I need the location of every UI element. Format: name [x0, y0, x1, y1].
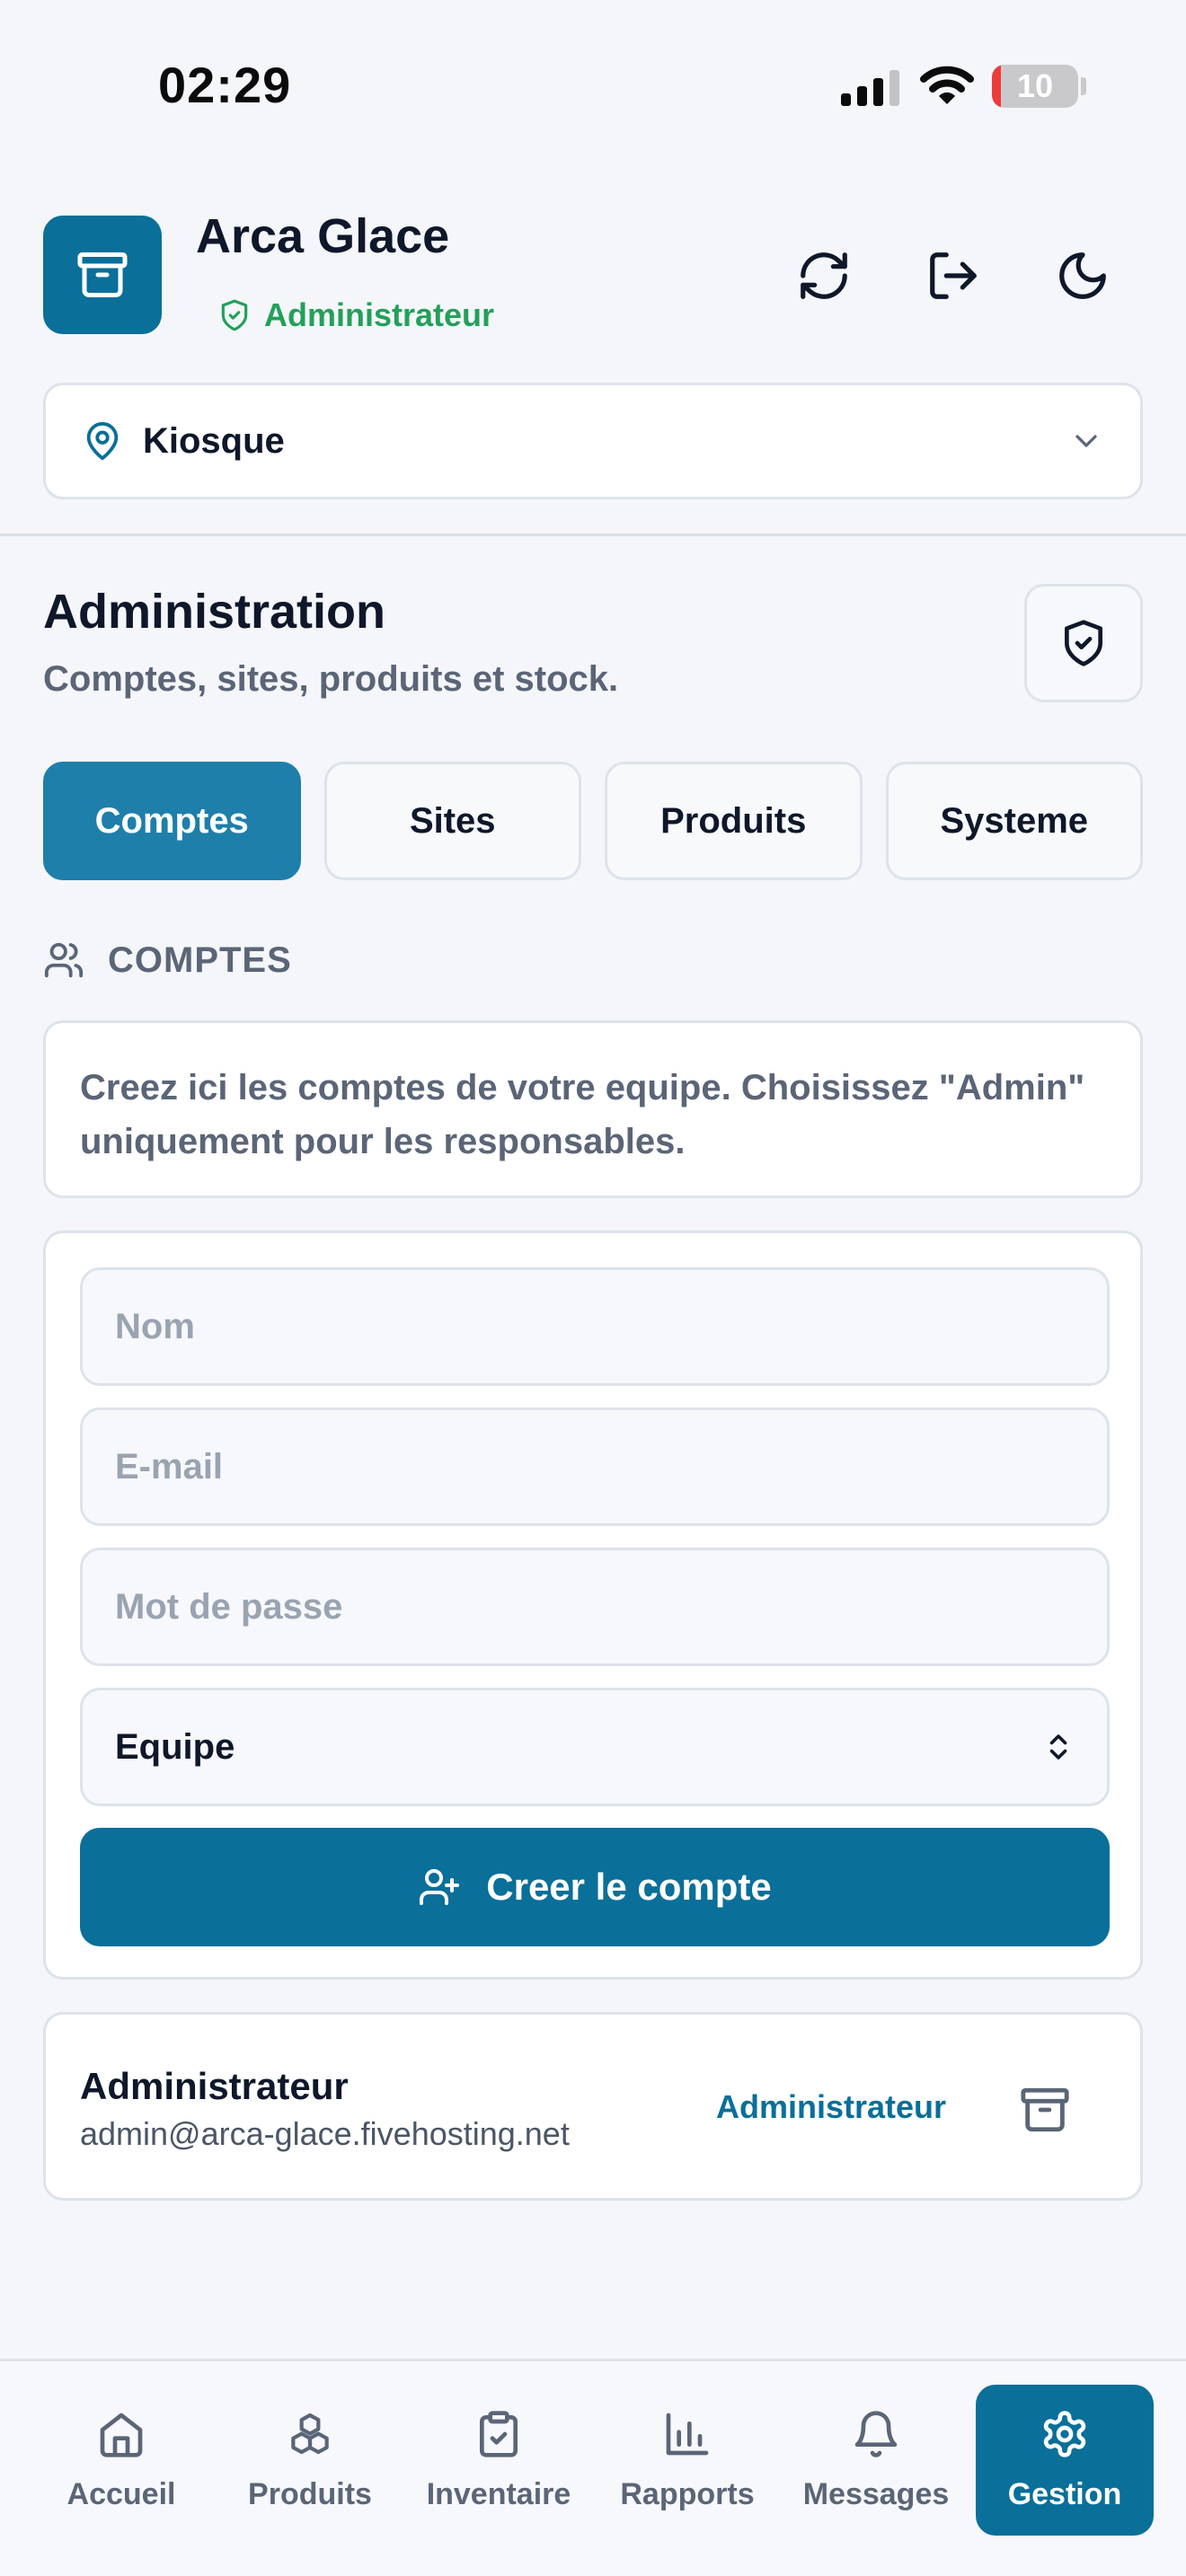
page-title: Administration — [43, 585, 386, 639]
chevron-up-down-icon — [1042, 1731, 1075, 1763]
section-heading: COMPTES — [43, 940, 292, 981]
section-heading-label: COMPTES — [108, 940, 292, 980]
nav-label: Accueil — [66, 2476, 176, 2511]
nav-item-produits[interactable]: Produits — [221, 2385, 399, 2536]
nav-item-messages[interactable]: Messages — [787, 2385, 965, 2536]
boxes-icon — [285, 2409, 335, 2459]
account-name: Administrateur — [80, 2065, 349, 2107]
nav-item-inventaire[interactable]: Inventaire — [410, 2385, 588, 2536]
status-bar: 02:29 10 — [0, 0, 1186, 171]
app-logo — [43, 216, 162, 334]
site-selector-value: Kiosque — [143, 420, 285, 461]
shield-check-icon — [1058, 618, 1109, 668]
security-button[interactable] — [1024, 584, 1143, 702]
bell-icon — [851, 2409, 901, 2459]
nav-label: Rapports — [620, 2476, 755, 2511]
signal-icon — [841, 70, 900, 106]
gear-icon — [1040, 2409, 1090, 2459]
moon-icon — [1055, 248, 1111, 304]
logout-icon — [925, 248, 981, 304]
shield-check-icon — [217, 298, 252, 332]
refresh-button[interactable] — [783, 235, 864, 316]
wifi-icon — [920, 65, 974, 106]
tab-produits[interactable]: Produits — [605, 762, 863, 880]
nav-label: Gestion — [1007, 2476, 1122, 2511]
status-time: 02:29 — [158, 57, 292, 113]
nav-item-rapports[interactable]: Rapports — [598, 2385, 776, 2536]
archive-icon — [75, 248, 129, 302]
chevron-down-icon — [1068, 423, 1104, 459]
bar-chart-icon — [662, 2409, 712, 2459]
admin-tabs: Comptes Sites Produits Systeme — [43, 762, 1143, 880]
user-plus-icon — [418, 1866, 461, 1909]
role-select[interactable]: Equipe — [80, 1688, 1110, 1806]
role-label: Administrateur — [264, 296, 495, 333]
bottom-nav: Accueil Produits Inventaire Rapports Mes… — [0, 2359, 1186, 2576]
info-card: Creez ici les comptes de votre equipe. C… — [43, 1020, 1143, 1198]
password-input[interactable] — [80, 1548, 1110, 1666]
nav-item-gestion[interactable]: Gestion — [976, 2385, 1154, 2536]
list-item: Administrateur admin@arca-glace.fivehost… — [43, 2012, 1143, 2201]
nav-item-accueil[interactable]: Accueil — [32, 2385, 210, 2536]
users-icon — [43, 940, 84, 981]
map-pin-icon — [82, 420, 123, 462]
role-badge: Administrateur — [217, 296, 494, 334]
email-input[interactable] — [80, 1407, 1110, 1526]
role-select-value: Equipe — [115, 1726, 235, 1767]
tab-sites[interactable]: Sites — [323, 762, 581, 880]
archive-icon — [1019, 2084, 1071, 2136]
name-input[interactable] — [80, 1267, 1110, 1386]
account-email: admin@arca-glace.fivehosting.net — [80, 2115, 570, 2152]
nav-label: Messages — [802, 2476, 950, 2511]
battery-label: 10 — [1016, 67, 1054, 104]
nav-label: Produits — [248, 2476, 372, 2511]
account-role[interactable]: Administrateur — [716, 2088, 946, 2126]
header-divider — [0, 534, 1186, 536]
battery-cap — [1081, 77, 1086, 95]
site-selector[interactable]: Kiosque — [43, 383, 1143, 499]
tab-comptes[interactable]: Comptes — [43, 762, 301, 880]
app-title: Arca Glace — [196, 209, 450, 263]
refresh-icon — [796, 248, 852, 304]
archive-account-button[interactable] — [1013, 2078, 1077, 2142]
logout-button[interactable] — [913, 235, 994, 316]
theme-toggle-button[interactable] — [1042, 235, 1123, 316]
create-account-form: Equipe Creer le compte — [43, 1231, 1143, 1980]
tab-systeme[interactable]: Systeme — [885, 762, 1143, 880]
nav-label: Inventaire — [426, 2476, 571, 2511]
page-subtitle: Comptes, sites, produits et stock. — [43, 659, 619, 699]
create-account-label: Creer le compte — [486, 1866, 772, 1908]
home-icon — [96, 2409, 146, 2459]
info-text: Creez ici les comptes de votre equipe. C… — [80, 1068, 1085, 1161]
battery-indicator: 10 — [992, 65, 1078, 108]
clipboard-check-icon — [474, 2409, 524, 2459]
create-account-button[interactable]: Creer le compte — [80, 1828, 1110, 1946]
